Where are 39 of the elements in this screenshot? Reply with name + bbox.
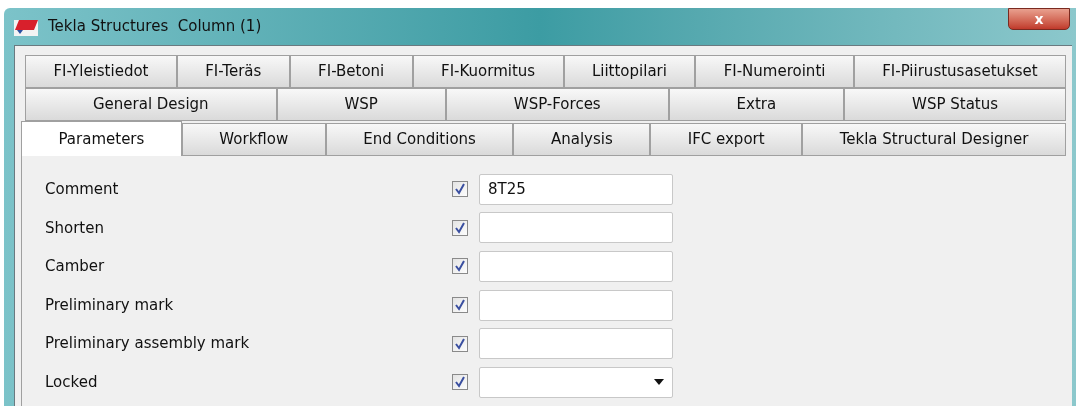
checkbox[interactable] bbox=[452, 374, 468, 391]
input-field[interactable] bbox=[479, 212, 673, 244]
input-field[interactable] bbox=[479, 328, 673, 360]
tab[interactable]: Liittopilari bbox=[563, 55, 696, 88]
checkbox[interactable] bbox=[452, 258, 468, 275]
tab[interactable]: FI-Teräs bbox=[176, 55, 290, 88]
checkbox[interactable] bbox=[452, 335, 468, 352]
tab[interactable]: WSP bbox=[276, 88, 446, 121]
tab[interactable]: FI-Numerointi bbox=[695, 55, 854, 88]
tab[interactable]: FI-Piirustusasetukset bbox=[853, 55, 1066, 88]
field-label: Locked bbox=[45, 372, 99, 393]
tab[interactable]: End Conditions bbox=[325, 123, 514, 156]
tab[interactable]: WSP-Forces bbox=[445, 88, 669, 121]
input-field[interactable] bbox=[479, 251, 673, 282]
field-label: Preliminary mark bbox=[45, 294, 175, 316]
checkbox[interactable] bbox=[452, 297, 468, 314]
tab[interactable]: WSP Status bbox=[844, 88, 1066, 121]
field-label: Preliminary assembly mark bbox=[45, 333, 251, 355]
checkbox[interactable] bbox=[452, 181, 468, 198]
tab[interactable]: FI-Kuormitus bbox=[412, 55, 564, 88]
tab[interactable]: IFC export bbox=[650, 123, 803, 156]
tab[interactable]: General Design bbox=[25, 88, 277, 121]
tab[interactable]: FI-Betoni bbox=[289, 55, 413, 88]
tab[interactable]: Tekla Structural Designer bbox=[802, 123, 1066, 156]
tab[interactable]: Analysis bbox=[513, 123, 651, 156]
field-label: Camber bbox=[45, 256, 106, 278]
input-field[interactable]: 8T25 bbox=[479, 173, 673, 205]
close-button[interactable]: x bbox=[1008, 8, 1070, 30]
window-title: Tekla Structures Column (1) bbox=[48, 16, 262, 38]
tab[interactable]: Workflow bbox=[181, 123, 326, 156]
tab[interactable]: Parameters bbox=[21, 121, 182, 156]
field-label: Comment bbox=[45, 179, 120, 201]
tab[interactable]: FI-Yleistiedot bbox=[25, 55, 177, 88]
caret-icon bbox=[654, 379, 664, 386]
field-label: Shorten bbox=[45, 217, 105, 239]
input-field[interactable] bbox=[479, 289, 673, 321]
app-logo-icon bbox=[14, 17, 38, 36]
tab[interactable]: Extra bbox=[668, 88, 845, 121]
checkbox[interactable] bbox=[452, 219, 468, 236]
